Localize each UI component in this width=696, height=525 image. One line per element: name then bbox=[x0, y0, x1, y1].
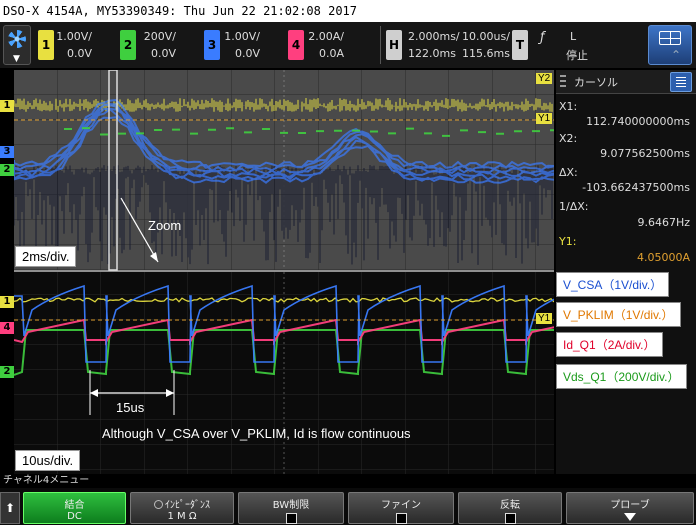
panel-grip-icon bbox=[560, 75, 566, 89]
quick-menu-button[interactable]: ⌃ bbox=[648, 25, 692, 65]
main-scale-label: 2ms/div. bbox=[15, 246, 77, 267]
dx-value: -103.662437500ms bbox=[582, 181, 690, 194]
horizontal-main-scale: 2.000ms/ bbox=[408, 30, 460, 43]
softkey-impedance[interactable]: ｲﾝﾋﾟｰﾀﾞﾝｽ 1 M Ω bbox=[130, 492, 234, 524]
softkey-fine-label: ファイン bbox=[381, 500, 421, 511]
ch2-zoom-ground-marker[interactable]: 2 bbox=[0, 366, 14, 378]
y1-value: 4.05000A bbox=[636, 251, 690, 264]
menu-title: チャネル4メニュー bbox=[0, 474, 696, 488]
trigger-button[interactable]: T bbox=[512, 30, 528, 60]
back-arrow-icon[interactable]: ⬆ bbox=[0, 492, 20, 524]
horizontal-zoom-delay: 115.6ms bbox=[462, 47, 510, 60]
panel-menu-icon[interactable] bbox=[670, 72, 692, 92]
channel-3-offset: 0.0V bbox=[234, 47, 260, 60]
ch1-zoom-ground-marker[interactable]: 1 bbox=[0, 296, 14, 308]
zoom-scale-label: 10us/div. bbox=[15, 450, 81, 471]
trigger-source: L bbox=[570, 30, 577, 43]
ch1-ground-marker[interactable]: 1 bbox=[0, 100, 14, 112]
channel-2-scale: 200V/ bbox=[143, 30, 176, 43]
horizontal-main-delay: 122.0ms bbox=[408, 47, 456, 60]
x2-label: X2: bbox=[559, 132, 578, 145]
softkey-bw-limit-label: BW制限 bbox=[272, 500, 310, 511]
settings-bar: ▼ 1 1.00V/ 0.0V 2 200V/ 0.0V 3 1.00V/ 0.… bbox=[0, 22, 696, 68]
channel-1-offset: 0.0V bbox=[66, 47, 92, 60]
cursor-panel-header: カーソル bbox=[556, 70, 696, 94]
inv-dx-label: 1/ΔX: bbox=[559, 200, 589, 213]
note-text: Although V_CSA over V_PKLIM, Id is flow … bbox=[102, 426, 411, 441]
window-title: DSO-X 4154A, MY53390349: Thu Jun 22 21:0… bbox=[0, 0, 696, 22]
cursor-y2-marker: Y2 bbox=[536, 73, 553, 84]
ch2-ground-marker[interactable]: 2 bbox=[0, 164, 14, 176]
logo-icon[interactable]: ▼ bbox=[3, 25, 31, 65]
zoom-label: Zoom bbox=[148, 218, 182, 233]
period-label: 15us bbox=[116, 400, 145, 415]
nav-icon: ⌃ bbox=[671, 48, 682, 62]
inv-dx-value: 9.6467Hz bbox=[637, 216, 690, 229]
legend-vds-q1: Vds_Q1（200V/div.） bbox=[556, 364, 687, 389]
knob-icon bbox=[154, 500, 163, 509]
invert-checkbox[interactable] bbox=[504, 513, 516, 524]
legend-v-pklim: V_PKLIM（1V/div.） bbox=[556, 302, 681, 327]
softkey-invert-label: 反転 bbox=[500, 500, 520, 511]
softkey-coupling[interactable]: 結合 DC bbox=[23, 492, 126, 524]
fine-checkbox[interactable] bbox=[395, 513, 407, 524]
horizontal-button[interactable]: H bbox=[386, 30, 402, 60]
ch4-zoom-ground-marker[interactable]: 4 bbox=[0, 322, 14, 334]
softkey-invert[interactable]: 反転 bbox=[458, 492, 562, 524]
channel-2-offset: 0.0V bbox=[150, 47, 176, 60]
softkey-bw-limit[interactable]: BW制限 bbox=[238, 492, 344, 524]
channel-3-scale: 1.00V/ bbox=[224, 30, 260, 43]
x2-value: 9.077562500ms bbox=[600, 147, 690, 160]
softkey-fine[interactable]: ファイン bbox=[348, 492, 454, 524]
softkey-coupling-label: 結合 bbox=[64, 500, 85, 511]
trigger-falling-edge-icon: ƒ bbox=[540, 30, 545, 45]
x1-label: X1: bbox=[559, 100, 578, 113]
channel-1-scale: 1.00V/ bbox=[56, 30, 92, 43]
ch3-ground-marker[interactable]: 3 bbox=[0, 146, 14, 158]
softkey-probe-label: プローブ bbox=[610, 500, 650, 511]
softkey-bar: ⬆ 結合 DC ｲﾝﾋﾟｰﾀﾞﾝｽ 1 M Ω BW制限 ファイン 反転 プロー… bbox=[0, 488, 696, 525]
softkey-probe[interactable]: プローブ bbox=[566, 492, 694, 524]
submenu-arrow-icon bbox=[624, 513, 636, 521]
legend-v-csa: V_CSA（1V/div.） bbox=[556, 272, 670, 297]
cursor-panel-title: カーソル bbox=[574, 76, 618, 89]
waveform-canvas bbox=[14, 70, 554, 474]
x1-value: 112.740000000ms bbox=[586, 115, 690, 128]
softkey-coupling-value: DC bbox=[67, 511, 82, 522]
softkey-impedance-value: 1 M Ω bbox=[167, 511, 197, 522]
grid-icon bbox=[659, 31, 681, 45]
channel-4-scale: 2.00A/ bbox=[308, 30, 344, 43]
channel-4-offset: 0.0A bbox=[318, 47, 344, 60]
divider bbox=[380, 26, 381, 64]
waveform-display[interactable]: Zoom 2ms/div. 15us Although V_CSA over V… bbox=[14, 70, 554, 474]
cursor-y1-marker: Y1 bbox=[536, 113, 553, 124]
legend-id-q1: Id_Q1（2A/div.） bbox=[556, 332, 663, 357]
y1-label: Y1: bbox=[559, 235, 577, 248]
horizontal-zoom-scale: 10.00us/ bbox=[462, 30, 510, 43]
dx-label: ΔX: bbox=[559, 166, 578, 179]
bw-limit-checkbox[interactable] bbox=[285, 513, 297, 524]
cursor-y1-zoom-marker: Y1 bbox=[536, 313, 553, 324]
run-status: 停止 bbox=[566, 49, 588, 62]
softkey-impedance-label: ｲﾝﾋﾟｰﾀﾞﾝｽ bbox=[165, 500, 210, 511]
